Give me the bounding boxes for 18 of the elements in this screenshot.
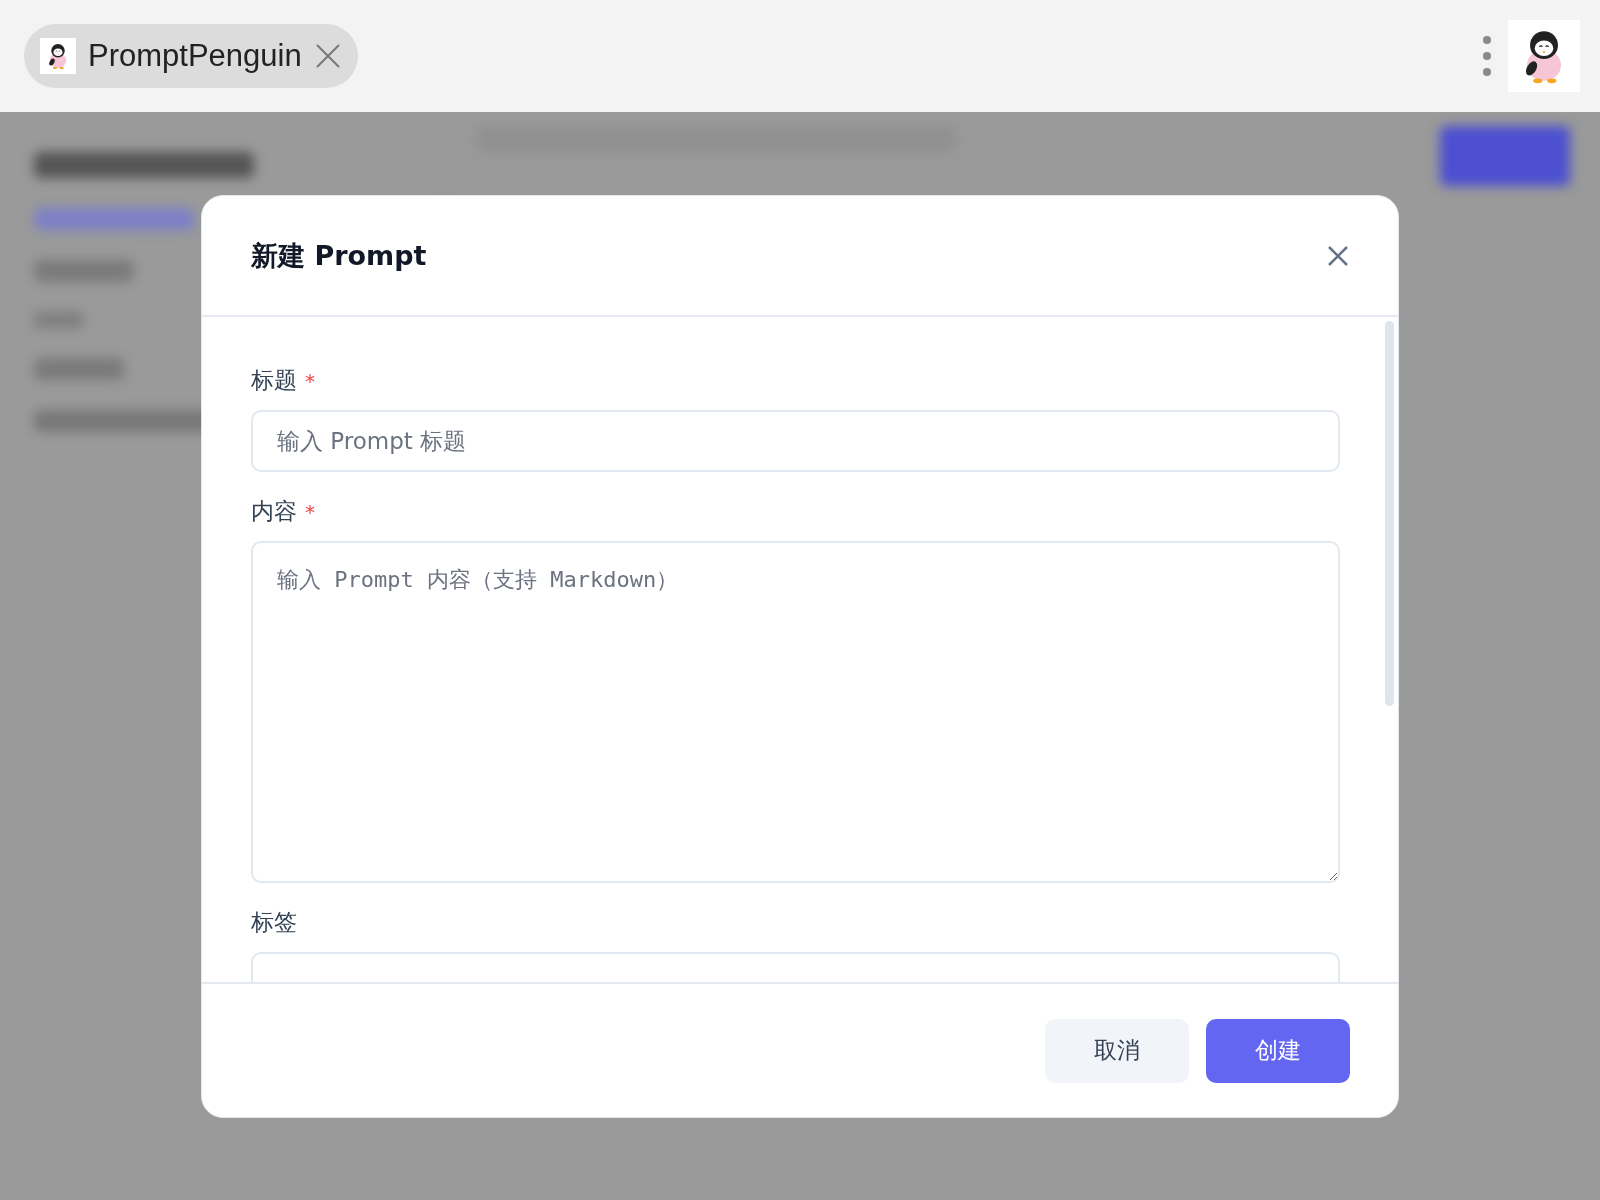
penguin-icon [40,38,76,74]
tab-close-button[interactable] [313,42,342,70]
scrollbar[interactable] [1385,321,1394,706]
field-label: 标题 [251,366,297,395]
field-label: 内容 [251,497,297,526]
penguin-logo [1508,20,1580,92]
tab-title: PromptPenguin [88,38,302,74]
text-field[interactable]: 输入 Prompt 标题 [251,410,1340,472]
field-label: 标签 [251,908,297,937]
required-mark: * [305,499,315,524]
more-menu-icon[interactable] [1482,35,1492,77]
app-tab[interactable]: PromptPenguin [24,24,358,88]
dialog-title: 新建 Prompt [251,238,427,273]
content-field[interactable]: 输入 Prompt 内容（支持 Markdown） [251,541,1340,883]
required-mark: * [305,368,315,393]
create-button[interactable]: 创建 [1206,1018,1350,1083]
close-button[interactable] [1326,243,1350,268]
cancel-button[interactable]: 取消 [1045,1018,1189,1083]
